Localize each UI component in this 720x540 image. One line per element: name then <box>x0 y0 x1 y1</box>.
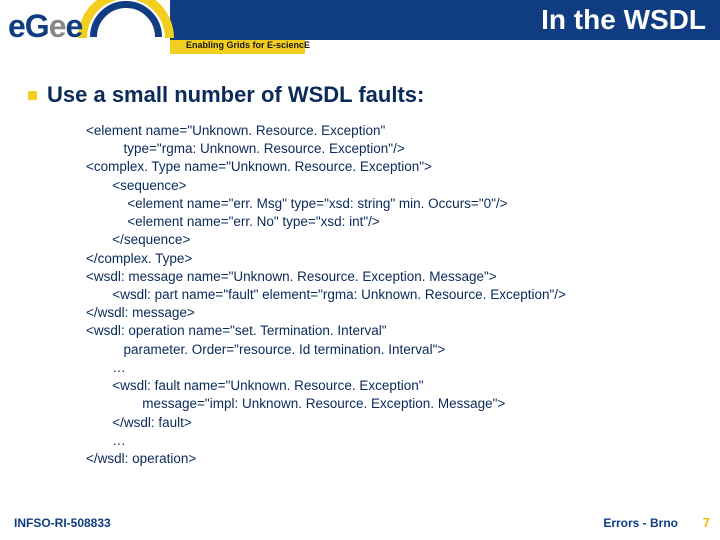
footer: INFSO-RI-508833 Errors - Brno 7 <box>0 510 720 532</box>
egee-logo: eGee <box>8 0 168 56</box>
logo-text-part3: e <box>65 8 82 44</box>
footer-left: INFSO-RI-508833 <box>14 516 111 530</box>
header: In the WSDL Enabling Grids for E-sciencE… <box>0 0 720 54</box>
bullet-text: Use a small number of WSDL faults: <box>47 82 424 108</box>
slide: In the WSDL Enabling Grids for E-sciencE… <box>0 0 720 540</box>
content-area: Use a small number of WSDL faults: <elem… <box>0 54 720 468</box>
bullet-icon <box>28 91 37 100</box>
logo-text-part1: eG <box>8 8 49 44</box>
page-number: 7 <box>703 515 710 530</box>
logo-text-part2: e <box>49 8 66 44</box>
code-block: <element name="Unknown. Resource. Except… <box>86 122 686 468</box>
slide-title: In the WSDL <box>541 0 706 40</box>
tagline: Enabling Grids for E-sciencE <box>186 40 310 50</box>
title-banner: In the WSDL <box>170 0 720 40</box>
footer-right-label: Errors - Brno <box>603 516 678 530</box>
bullet-item: Use a small number of WSDL faults: <box>24 82 686 108</box>
logo-text: eGee <box>8 8 82 45</box>
